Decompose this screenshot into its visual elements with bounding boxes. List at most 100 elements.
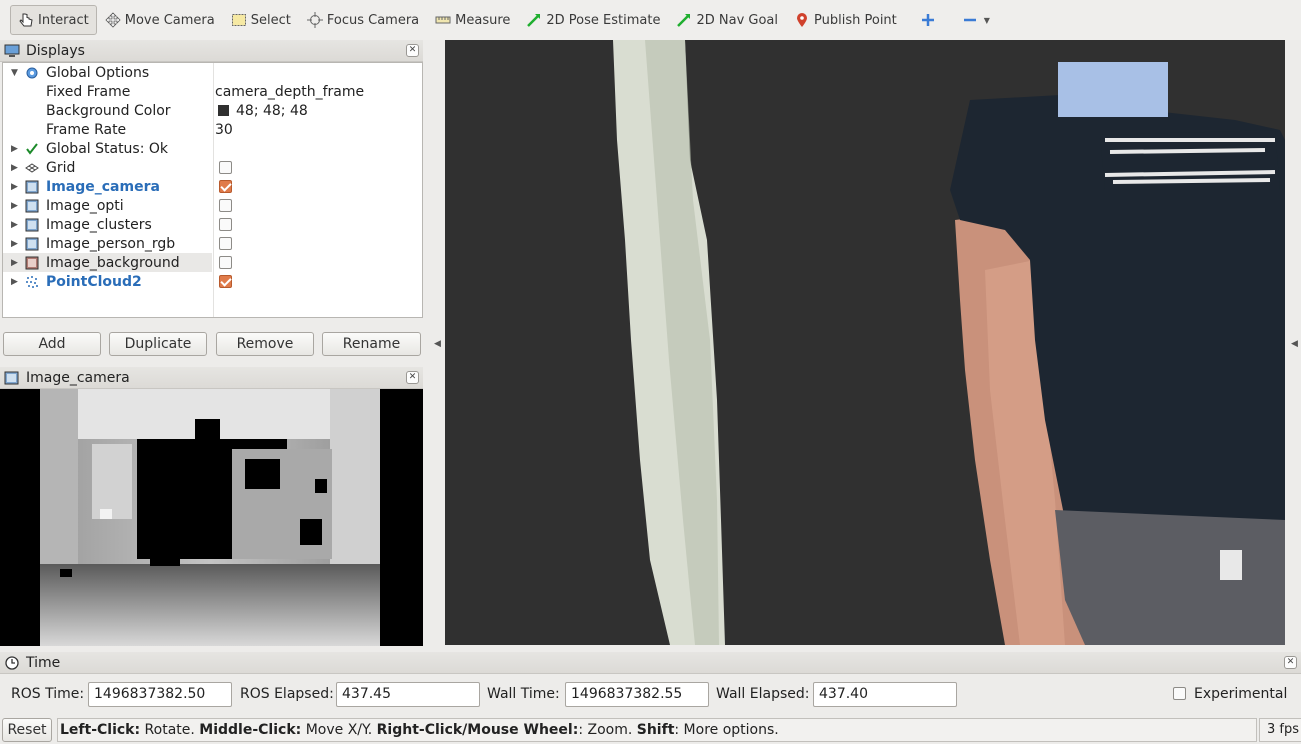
- tree-label: Image_clusters: [46, 216, 152, 233]
- tree-row-pointcloud2[interactable]: ▶ PointCloud2: [3, 272, 422, 291]
- select-label: Select: [250, 12, 291, 28]
- tree-row-image-background[interactable]: ▶ Image_background: [3, 253, 212, 272]
- displays-tree: ▼ Global Options Fixed Frame camera_dept…: [2, 62, 423, 318]
- green-arrow-icon: [676, 12, 692, 28]
- collapse-right-arrow-icon[interactable]: ◀: [1291, 339, 1298, 349]
- ros-time-label: ROS Time:: [11, 686, 85, 702]
- collapse-left-arrow-icon[interactable]: ◀: [434, 339, 441, 349]
- background-color-value[interactable]: 48; 48; 48: [236, 103, 308, 119]
- checkmark-icon: [25, 142, 39, 156]
- image-icon: [25, 199, 39, 213]
- wall-elapsed-label: Wall Elapsed:: [716, 686, 810, 702]
- image-icon: [25, 237, 39, 251]
- tree-row-image-person-rgb[interactable]: ▶ Image_person_rgb: [3, 234, 422, 253]
- remove-button[interactable]: Remove: [216, 332, 314, 356]
- expand-arrow-icon[interactable]: ▶: [11, 144, 18, 154]
- status-bar: Reset Left-Click: Rotate. Middle-Click: …: [0, 716, 1301, 744]
- expand-arrow-icon[interactable]: ▶: [11, 258, 18, 268]
- plus-icon: [920, 12, 936, 28]
- expand-arrow-icon[interactable]: ▶: [11, 239, 18, 249]
- tree-row-image-opti[interactable]: ▶ Image_opti: [3, 196, 422, 215]
- hint-text: Rotate.: [140, 722, 200, 738]
- tree-row-background-color[interactable]: Background Color 48; 48; 48: [3, 101, 422, 120]
- hint-shift: Shift: [636, 722, 675, 738]
- image-clusters-checkbox[interactable]: [219, 218, 232, 231]
- grid-checkbox[interactable]: [219, 161, 232, 174]
- mouse-hint-text: Left-Click: Rotate. Middle-Click: Move X…: [57, 718, 1257, 742]
- image-camera-panel-header: Image_camera ✕: [0, 367, 423, 389]
- measure-tool-button[interactable]: Measure: [427, 5, 518, 35]
- main-toolbar: Interact Move Camera Select Focus Camera…: [0, 0, 1301, 40]
- image-camera-title: Image_camera: [26, 369, 130, 386]
- hint-right-click: Right-Click/Mouse Wheel:: [376, 722, 579, 738]
- tree-label: Global Options: [46, 64, 150, 81]
- image-camera-checkbox[interactable]: [219, 180, 232, 193]
- select-tool-button[interactable]: Select: [223, 5, 299, 35]
- expand-arrow-icon[interactable]: ▶: [11, 201, 18, 211]
- tree-label: Fixed Frame: [46, 83, 131, 100]
- interact-tool-button[interactable]: Interact: [10, 5, 97, 35]
- expand-arrow-icon[interactable]: ▶: [11, 182, 18, 192]
- gear-icon: [25, 66, 39, 80]
- displays-close-button[interactable]: ✕: [406, 44, 419, 57]
- tree-label: Image_person_rgb: [46, 235, 176, 252]
- reset-button[interactable]: Reset: [2, 718, 52, 742]
- dropdown-arrow-icon: ▼: [983, 15, 990, 25]
- experimental-checkbox[interactable]: [1173, 687, 1186, 700]
- ros-time-field[interactable]: 1496837382.50: [88, 682, 232, 707]
- displays-panel-header: Displays ✕: [0, 40, 423, 62]
- 2d-nav-goal-tool-button[interactable]: 2D Nav Goal: [668, 5, 786, 35]
- ruler-icon: [435, 12, 451, 28]
- wall-time-field[interactable]: 1496837382.55: [565, 682, 709, 707]
- add-button[interactable]: Add: [3, 332, 101, 356]
- tree-row-global-options[interactable]: ▼ Global Options: [3, 63, 422, 82]
- pointcloud-icon: [25, 275, 39, 289]
- expand-arrow-icon[interactable]: ▼: [11, 68, 18, 78]
- add-tool-button[interactable]: [905, 5, 955, 35]
- displays-title: Displays: [26, 42, 85, 59]
- tree-label: Frame Rate: [46, 121, 127, 138]
- tree-row-fixed-frame[interactable]: Fixed Frame camera_depth_frame: [3, 82, 422, 101]
- tree-row-image-clusters[interactable]: ▶ Image_clusters: [3, 215, 422, 234]
- ros-elapsed-label: ROS Elapsed:: [240, 686, 334, 702]
- tree-label: Grid: [46, 159, 76, 176]
- expand-arrow-icon[interactable]: ▶: [11, 220, 18, 230]
- time-panel-header: Time ✕: [0, 652, 1301, 674]
- wall-elapsed-field[interactable]: 437.40: [813, 682, 957, 707]
- image-background-checkbox[interactable]: [219, 256, 232, 269]
- rename-button[interactable]: Rename: [322, 332, 421, 356]
- color-swatch[interactable]: [218, 105, 229, 116]
- frame-rate-value[interactable]: 30: [215, 122, 233, 138]
- tree-row-frame-rate[interactable]: Frame Rate 30: [3, 120, 422, 139]
- pointcloud2-checkbox[interactable]: [219, 275, 232, 288]
- move-camera-tool-button[interactable]: Move Camera: [97, 5, 223, 35]
- 3d-render-viewport[interactable]: [445, 40, 1285, 645]
- image-person-rgb-checkbox[interactable]: [219, 237, 232, 250]
- image-icon: [25, 218, 39, 232]
- expand-arrow-icon[interactable]: ▶: [11, 163, 18, 173]
- fps-indicator: 3 fps: [1259, 718, 1301, 742]
- duplicate-button[interactable]: Duplicate: [109, 332, 207, 356]
- experimental-label: Experimental: [1194, 686, 1288, 702]
- focus-camera-tool-button[interactable]: Focus Camera: [299, 5, 427, 35]
- expand-arrow-icon[interactable]: ▶: [11, 277, 18, 287]
- tree-label: Image_opti: [46, 197, 124, 214]
- measure-label: Measure: [455, 12, 511, 28]
- publish-point-tool-button[interactable]: Publish Point: [786, 5, 905, 35]
- ros-elapsed-field[interactable]: 437.45: [336, 682, 480, 707]
- tree-row-grid[interactable]: ▶ Grid: [3, 158, 422, 177]
- image-opti-checkbox[interactable]: [219, 199, 232, 212]
- 2d-pose-estimate-tool-button[interactable]: 2D Pose Estimate: [518, 5, 668, 35]
- time-panel-close-button[interactable]: ✕: [1284, 656, 1297, 669]
- publish-point-label: Publish Point: [814, 12, 897, 28]
- wall-time-label: Wall Time:: [487, 686, 560, 702]
- hint-text: : Zoom.: [578, 722, 637, 738]
- tree-row-global-status[interactable]: ▶ Global Status: Ok: [3, 139, 422, 158]
- tree-label: PointCloud2: [46, 273, 142, 290]
- hint-text: Move X/Y.: [301, 722, 377, 738]
- tree-row-image-camera[interactable]: ▶ Image_camera: [3, 177, 422, 196]
- hand-pointer-icon: [18, 12, 34, 28]
- fixed-frame-value[interactable]: camera_depth_frame: [215, 84, 364, 100]
- remove-tool-button[interactable]: ▼: [955, 5, 997, 35]
- image-panel-close-button[interactable]: ✕: [406, 371, 419, 384]
